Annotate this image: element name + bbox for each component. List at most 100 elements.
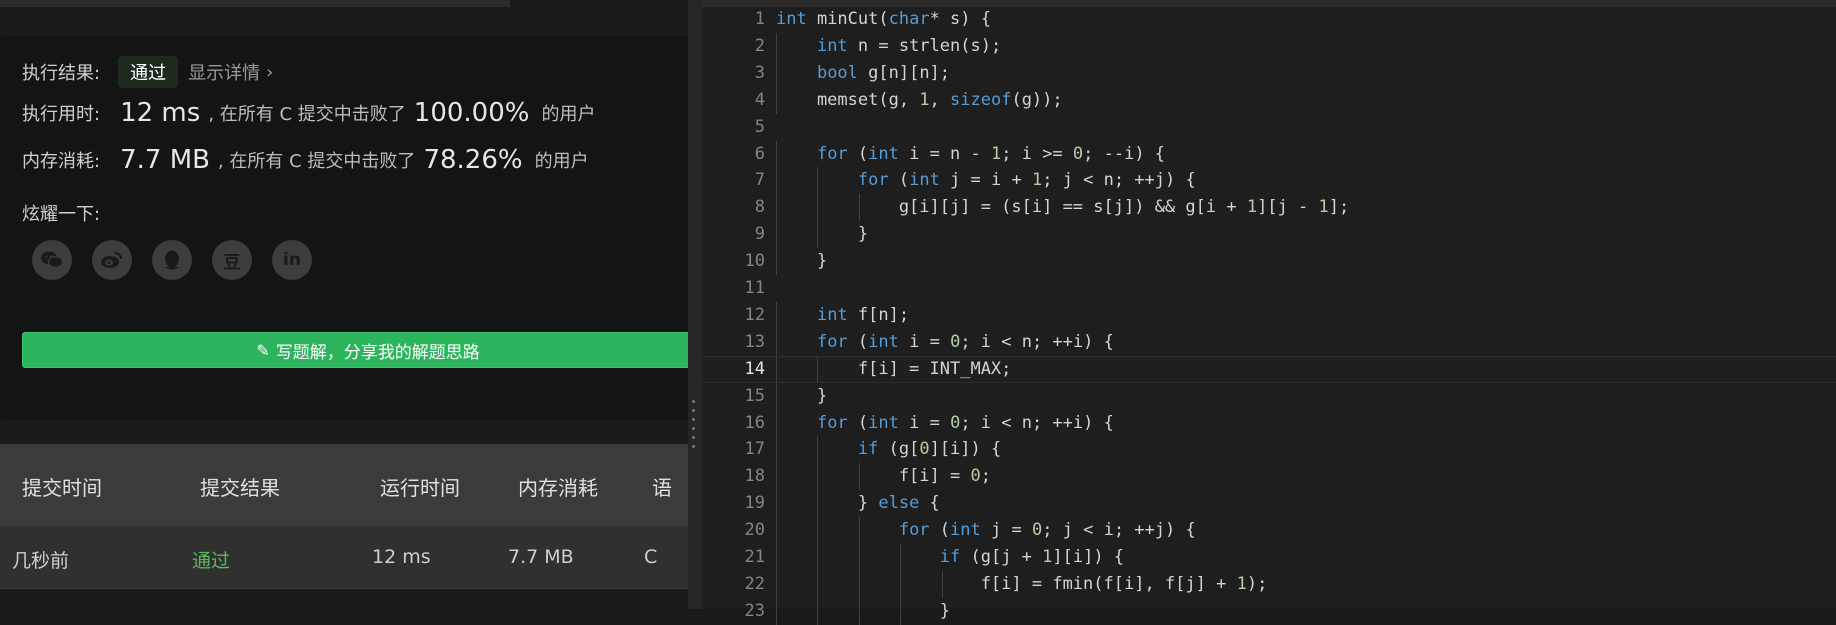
linkedin-icon[interactable]: in bbox=[272, 240, 312, 280]
code-line[interactable]: 18 f[i] = 0; bbox=[702, 463, 1836, 491]
memory-percent: 78.26% bbox=[423, 145, 523, 175]
line-number: 9 bbox=[754, 224, 765, 245]
line-code: } bbox=[776, 224, 869, 245]
line-number: 4 bbox=[754, 89, 765, 110]
line-code: } bbox=[776, 385, 828, 406]
code-line[interactable]: 16 for (int i = 0; i < n; ++i) { bbox=[702, 409, 1836, 437]
line-number: 1 bbox=[754, 9, 765, 29]
memory-value: 7.7 MB bbox=[120, 145, 210, 175]
cell-result[interactable]: 通过 bbox=[192, 546, 230, 573]
douban-glyph: 豆 bbox=[223, 252, 241, 273]
line-code: if (g[0][i]) { bbox=[857, 439, 1002, 460]
line-number: 13 bbox=[744, 331, 765, 352]
code-line[interactable]: 10 } bbox=[702, 248, 1836, 276]
status-badge: 通过 bbox=[118, 56, 179, 88]
line-code: memset(g, 1, sizeof(g)); bbox=[776, 89, 1063, 110]
show-details-link[interactable]: 显示详情 bbox=[188, 59, 260, 85]
code-line[interactable]: 1 int minCut(char* s) { bbox=[702, 6, 1836, 33]
code-line[interactable]: 23 } bbox=[702, 597, 1836, 625]
line-number: 8 bbox=[754, 197, 765, 218]
code-line[interactable]: 7 for (int j = i + 1; j < n; ++j) { bbox=[702, 167, 1836, 195]
code-line[interactable]: 3 bool g[n][n]; bbox=[702, 59, 1836, 87]
memory-mid: , 在所有 C 提交中击败了 bbox=[217, 151, 416, 172]
code-line[interactable]: 13 for (int i = 0; i < n; ++i) { bbox=[702, 328, 1836, 356]
runtime-mid: , 在所有 C 提交中击败了 bbox=[208, 104, 406, 125]
write-solution-button[interactable]: ✎ 写题解，分享我的解题思路 bbox=[22, 332, 688, 368]
line-code: } bbox=[776, 600, 950, 621]
code-line[interactable]: 19 } else { bbox=[702, 490, 1836, 518]
line-code: } bbox=[776, 251, 828, 272]
line-code: for (int i = 0; i < n; ++i) { bbox=[816, 331, 1114, 352]
code-line[interactable]: 9 } bbox=[702, 221, 1836, 249]
wechat-icon[interactable] bbox=[32, 240, 72, 280]
chevron-right-icon[interactable]: › bbox=[266, 62, 273, 83]
panel-splitter[interactable] bbox=[688, 0, 702, 609]
line-number: 16 bbox=[744, 412, 765, 433]
share-icons: 豆 in bbox=[32, 240, 312, 280]
code-line[interactable]: 11 bbox=[702, 275, 1836, 302]
line-number: 11 bbox=[744, 278, 765, 298]
cell-runtime: 12 ms bbox=[372, 546, 431, 568]
linkedin-glyph: in bbox=[283, 250, 301, 270]
write-solution-label: 写题解，分享我的解题思路 bbox=[275, 342, 480, 363]
code-line[interactable]: 6 for (int i = n - 1; i >= 0; --i) { bbox=[702, 140, 1836, 168]
pencil-icon: ✎ bbox=[256, 340, 270, 360]
line-code: f[i] = INT_MAX; bbox=[776, 358, 1012, 379]
runtime-label: 执行用时: bbox=[22, 104, 101, 125]
memory-suffix: 的用户 bbox=[534, 151, 589, 172]
code-line[interactable]: 20 for (int j = 0; j < i; ++j) { bbox=[702, 517, 1836, 545]
line-number: 19 bbox=[744, 493, 765, 514]
line-code: f[i] = fmin(f[i], f[j] + 1); bbox=[776, 573, 1268, 594]
header-memory[interactable]: 内存消耗 bbox=[518, 472, 598, 501]
line-code: for (int i = n - 1; i >= 0; --i) { bbox=[816, 143, 1166, 164]
cell-memory: 7.7 MB bbox=[508, 546, 574, 568]
header-language[interactable]: 语 bbox=[652, 472, 672, 501]
line-number: 22 bbox=[744, 573, 765, 594]
qq-icon[interactable] bbox=[152, 240, 192, 280]
line-code: for (int j = i + 1; j < n; ++j) { bbox=[857, 170, 1196, 191]
code-line[interactable]: 5 bbox=[702, 114, 1836, 141]
line-number: 5 bbox=[754, 116, 765, 137]
line-code: for (int i = 0; i < n; ++i) { bbox=[816, 412, 1114, 433]
code-line[interactable]: 12 int f[n]; bbox=[702, 301, 1836, 329]
code-editor[interactable]: 1 int minCut(char* s) { 2 int n = strlen(s… bbox=[702, 0, 1836, 625]
result-row: 执行结果: 通过 显示详情 › bbox=[22, 56, 273, 88]
line-number: 10 bbox=[744, 251, 765, 272]
weibo-icon[interactable] bbox=[92, 240, 132, 280]
line-number: 20 bbox=[744, 520, 765, 541]
code-line[interactable]: 4 memset(g, 1, sizeof(g)); bbox=[702, 86, 1836, 114]
drag-handle-icon[interactable] bbox=[692, 400, 696, 448]
share-label: 炫耀一下: bbox=[22, 204, 101, 225]
code-line[interactable]: 17 if (g[0][i]) { bbox=[702, 436, 1836, 464]
line-code: int n = strlen(s); bbox=[816, 35, 1002, 56]
submissions-table-header: 提交时间 提交结果 运行时间 内存消耗 语 bbox=[0, 444, 688, 526]
line-number: 6 bbox=[754, 143, 765, 164]
line-number: 17 bbox=[744, 439, 765, 460]
line-code: bool g[n][n]; bbox=[816, 62, 951, 83]
line-number: 15 bbox=[744, 385, 765, 406]
header-submit-result[interactable]: 提交结果 bbox=[200, 472, 280, 501]
table-row[interactable]: 几秒前 通过 12 ms 7.7 MB C bbox=[0, 526, 688, 589]
code-line[interactable]: 22 f[i] = fmin(f[i], f[j] + 1); bbox=[702, 570, 1836, 598]
line-code: } else { bbox=[776, 493, 940, 514]
code-line[interactable]: 14 f[i] = INT_MAX; bbox=[702, 355, 1836, 383]
douban-icon[interactable]: 豆 bbox=[212, 240, 252, 280]
code-line[interactable]: 2 int n = strlen(s); bbox=[702, 32, 1836, 60]
line-code: g[i][j] = (s[i] == s[j]) && g[i + 1][j -… bbox=[776, 197, 1350, 218]
line-code: int minCut(char* s) { bbox=[776, 9, 991, 29]
top-strip bbox=[0, 0, 510, 7]
memory-label: 内存消耗: bbox=[22, 151, 101, 172]
header-submit-time[interactable]: 提交时间 bbox=[22, 472, 102, 501]
line-number: 12 bbox=[744, 304, 765, 325]
runtime-percent: 100.00% bbox=[413, 98, 530, 128]
cell-time: 几秒前 bbox=[12, 550, 70, 572]
line-code: f[i] = 0; bbox=[776, 466, 991, 487]
runtime-row: 执行用时: 12 ms , 在所有 C 提交中击败了 100.00% 的用户 bbox=[22, 98, 595, 128]
memory-row: 内存消耗: 7.7 MB , 在所有 C 提交中击败了 78.26% 的用户 bbox=[22, 145, 589, 175]
line-number: 7 bbox=[754, 170, 765, 191]
code-line[interactable]: 15 } bbox=[702, 382, 1836, 410]
code-line[interactable]: 21 if (g[j + 1][i]) { bbox=[702, 544, 1836, 571]
line-number: 3 bbox=[754, 62, 765, 83]
header-runtime[interactable]: 运行时间 bbox=[380, 472, 460, 501]
code-line[interactable]: 8 g[i][j] = (s[i] == s[j]) && g[i + 1][j… bbox=[702, 194, 1836, 222]
